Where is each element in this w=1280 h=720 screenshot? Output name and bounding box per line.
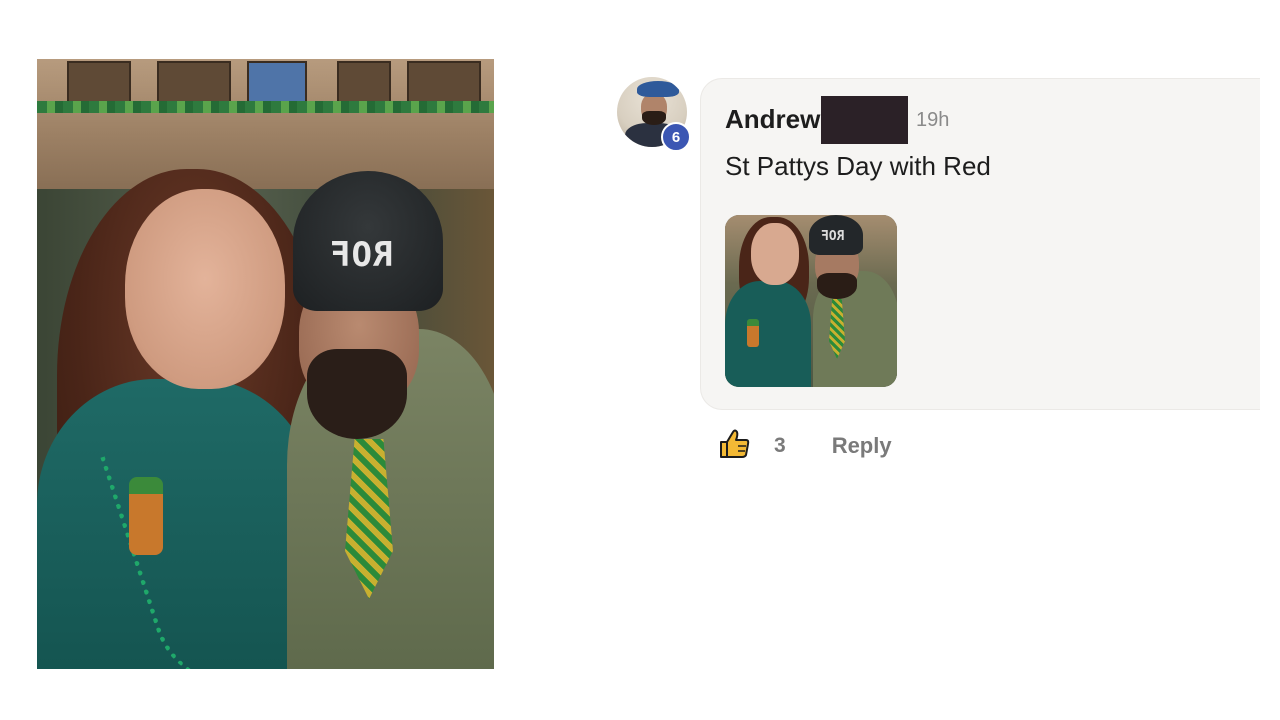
comment-author[interactable]: Andrew xyxy=(725,104,820,135)
avatar-cap xyxy=(637,81,679,97)
redaction-box xyxy=(821,96,908,144)
thumb-man-beard xyxy=(817,273,857,299)
comment-bubble: Andrew 19h St Pattys Day with Red ROF xyxy=(700,78,1260,410)
thumbs-up-icon[interactable] xyxy=(718,427,752,466)
comment-text: St Pattys Day with Red xyxy=(725,151,991,181)
like-count: 3 xyxy=(774,434,786,457)
comment-actions: 3 Reply xyxy=(718,428,892,464)
beanie-text: ROF xyxy=(329,235,394,275)
man-beard xyxy=(307,349,407,439)
avatar-badge: 6 xyxy=(661,122,691,152)
thumb-woman-top xyxy=(725,281,811,387)
woman-face xyxy=(125,189,285,389)
comment-photo[interactable]: ROF xyxy=(725,215,897,387)
leprechaun-pin xyxy=(129,477,163,555)
commenter-avatar[interactable]: 6 xyxy=(617,77,691,152)
post-photo[interactable]: ROF xyxy=(37,59,494,669)
avatar-beard xyxy=(642,111,666,125)
comment-timestamp[interactable]: 19h xyxy=(916,109,949,132)
thumb-woman-face xyxy=(751,223,799,285)
reply-button[interactable]: Reply xyxy=(832,433,892,459)
thumb-pin xyxy=(747,319,759,347)
thumb-beanie-text: ROF xyxy=(821,229,845,244)
shamrock-garland xyxy=(37,101,494,113)
